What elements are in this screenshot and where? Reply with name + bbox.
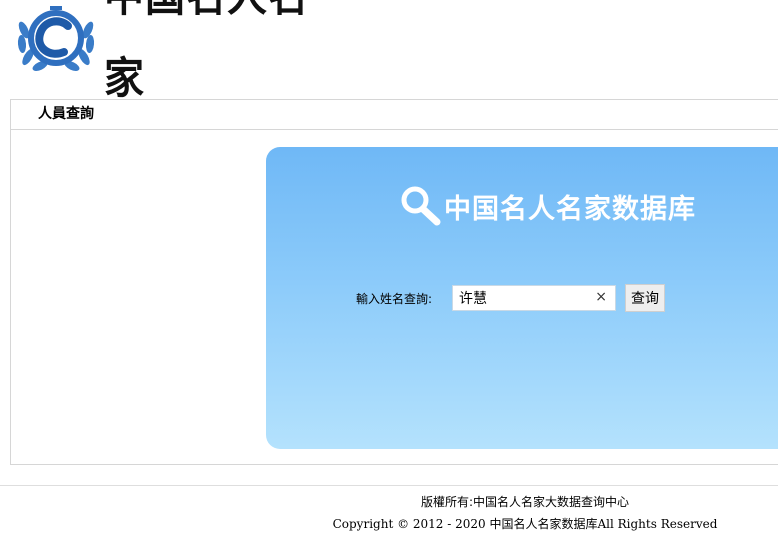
- database-title: 中国名人名家数据库: [444, 193, 696, 225]
- people-search-panel: 人員查詢 中国名人名家数据库 輸入姓名查詢: × 查询: [10, 99, 778, 465]
- search-box: ×: [452, 285, 616, 311]
- search-button[interactable]: 查询: [625, 284, 665, 312]
- search-row: 輸入姓名查詢: × 查询: [356, 284, 665, 312]
- search-banner: 中国名人名家数据库: [398, 181, 696, 231]
- footer-copyright-owner: 版權所有:中国名人名家大数据查询中心: [420, 495, 630, 509]
- panel-title: 人員查詢: [11, 100, 778, 130]
- footer-copyright: Copyright © 2012 - 2020 中国名人名家数据库All Rig…: [332, 517, 718, 531]
- search-card: 中国名人名家数据库 輸入姓名查詢: × 查询: [266, 147, 778, 449]
- magnifier-icon: [401, 186, 441, 226]
- name-search-input[interactable]: [453, 287, 589, 309]
- footer-divider: [0, 485, 778, 486]
- name-search-label: 輸入姓名查詢:: [356, 291, 433, 306]
- clear-icon[interactable]: ×: [595, 289, 607, 305]
- emblem-icon: [17, 6, 95, 71]
- site-logo[interactable]: 中国名人名家: [10, 0, 326, 104]
